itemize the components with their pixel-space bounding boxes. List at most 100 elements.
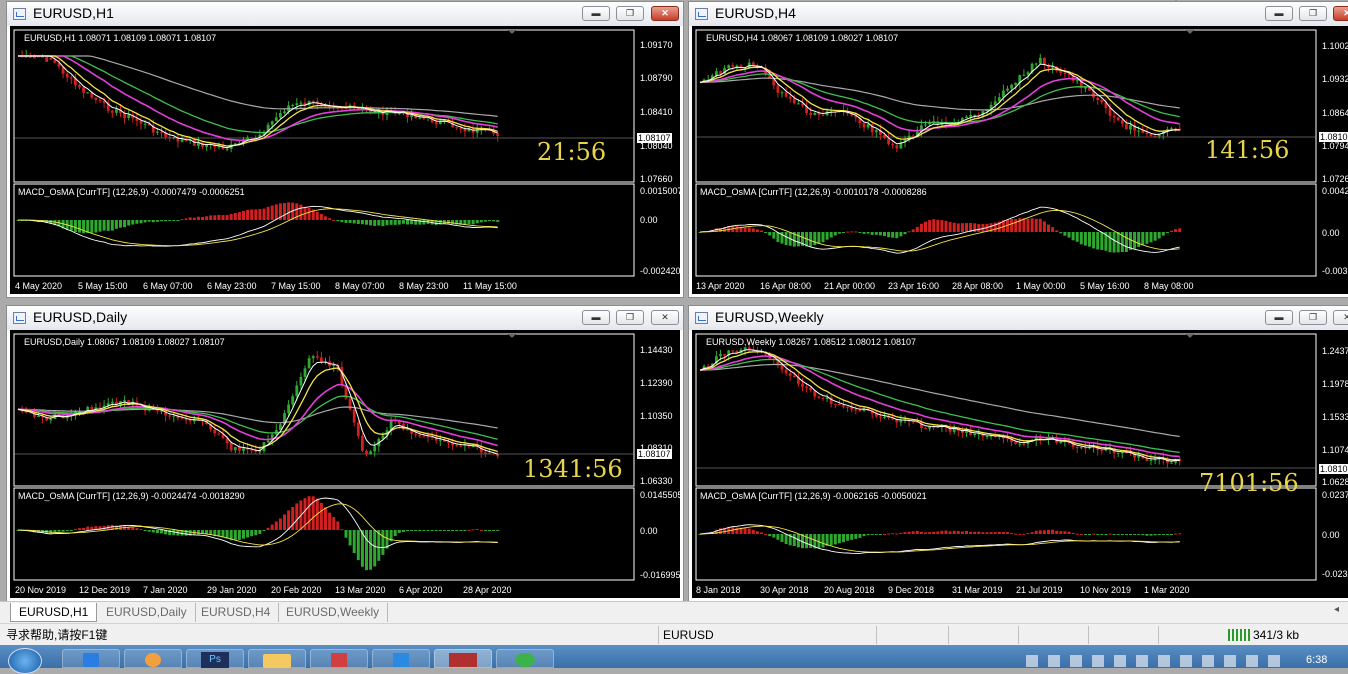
osma-bar xyxy=(328,512,332,530)
chart-canvas[interactable]: EURUSD,Daily 1.08067 1.08109 1.08027 1.0… xyxy=(10,330,680,598)
osma-bar xyxy=(903,232,907,235)
close-button[interactable]: ✕ xyxy=(651,310,679,325)
osma-bar xyxy=(410,220,414,225)
price-axis-label: 1.08410 xyxy=(640,107,673,117)
osma-bar xyxy=(965,530,968,534)
time-axis-label: 20 Feb 2020 xyxy=(271,585,322,595)
osma-bar xyxy=(471,529,475,531)
taskbar-photoshop[interactable]: Ps xyxy=(186,649,244,668)
close-button[interactable]: ✕ xyxy=(651,6,679,21)
taskbar-app-6[interactable] xyxy=(372,649,430,668)
taskbar-app-5[interactable] xyxy=(310,649,368,668)
osma-bar xyxy=(944,530,948,534)
taskbar-wechat[interactable] xyxy=(496,649,554,668)
time-axis-label: 28 Apr 2020 xyxy=(463,585,512,595)
osma-bar xyxy=(940,530,944,534)
macd-axis-label: -0.002420 xyxy=(640,266,680,276)
window-title-bar[interactable]: EURUSD,Weekly ▬ ❐ ✕ xyxy=(689,306,1348,330)
osma-bar xyxy=(328,218,332,220)
osma-bar xyxy=(401,530,405,532)
minimize-button[interactable]: ▬ xyxy=(582,310,610,325)
osma-bar xyxy=(870,534,874,535)
osma-bar xyxy=(1022,533,1026,535)
minimize-button[interactable]: ▬ xyxy=(1265,6,1293,21)
osma-bar xyxy=(299,204,303,220)
window-title-bar[interactable]: EURUSD,H1 ▬ ❐ ✕ xyxy=(7,2,683,26)
osma-bar xyxy=(850,534,854,540)
osma-bar xyxy=(911,531,915,534)
window-title-bar[interactable]: EURUSD,Daily ▬ ❐ ✕ xyxy=(7,306,683,330)
osma-bar xyxy=(919,531,923,534)
time-axis-label: 6 Apr 2020 xyxy=(399,585,443,595)
osma-bar xyxy=(488,530,491,531)
taskbar-explorer[interactable] xyxy=(248,649,306,668)
start-orb-icon[interactable] xyxy=(8,648,42,674)
osma-bar xyxy=(1063,531,1067,534)
osma-bar xyxy=(813,232,817,246)
macd-axis-label: -0.0233 xyxy=(1322,569,1348,579)
status-segment xyxy=(876,626,948,644)
chart-canvas[interactable]: EURUSD,H4 1.08067 1.08109 1.08027 1.0810… xyxy=(692,26,1348,294)
close-button[interactable]: ✕ xyxy=(1333,310,1348,325)
chart-window-weekly[interactable]: EURUSD,Weekly ▬ ❐ ✕ EURUSD,Weekly 1.0826… xyxy=(688,305,1348,602)
tab-eurusd-h1[interactable]: EURUSD,H1 xyxy=(10,603,98,622)
price-axis-label: 1.0864 xyxy=(1322,108,1348,118)
close-button[interactable]: ✕ xyxy=(1333,6,1348,21)
taskbar-metatrader[interactable] xyxy=(434,649,492,668)
taskbar-app-2[interactable] xyxy=(124,649,182,668)
windows-taskbar: Ps 6:38 xyxy=(0,645,1348,674)
traffic-counter: 341/3 kb xyxy=(1253,628,1300,642)
minimize-button[interactable]: ▬ xyxy=(582,6,610,21)
osma-bar xyxy=(809,232,813,247)
minimize-button[interactable]: ▬ xyxy=(1265,310,1293,325)
taskbar-app-1[interactable] xyxy=(62,649,120,668)
bar-timer: 7101:56 xyxy=(1199,469,1299,497)
osma-bar xyxy=(438,530,442,531)
osma-bar xyxy=(1153,232,1157,241)
osma-bar xyxy=(1075,533,1079,535)
osma-bar xyxy=(997,531,1001,534)
tab-eurusd-weekly[interactable]: EURUSD,Weekly xyxy=(278,603,389,622)
osma-bar xyxy=(760,230,763,232)
maximize-button[interactable]: ❐ xyxy=(1299,6,1327,21)
osma-bar xyxy=(1174,229,1178,232)
osma-bar xyxy=(344,220,348,223)
time-axis-label: 6 May 23:00 xyxy=(207,281,257,291)
chart-canvas[interactable]: EURUSD,Weekly 1.08267 1.08512 1.08012 1.… xyxy=(692,330,1348,598)
osma-bar xyxy=(365,220,368,225)
time-axis-label: 13 Apr 2020 xyxy=(696,281,745,291)
chart-canvas[interactable]: EURUSD,H1 1.08071 1.08109 1.08071 1.0810… xyxy=(10,26,680,294)
osma-bar xyxy=(1100,232,1104,250)
osma-bar xyxy=(147,530,151,532)
osma-bar xyxy=(131,220,135,225)
chart-window-h1[interactable]: EURUSD,H1 ▬ ❐ ✕ EURUSD,H1 1.08071 1.0810… xyxy=(6,1,684,298)
osma-bar xyxy=(1042,221,1046,232)
osma-bar xyxy=(764,533,768,535)
osma-bar xyxy=(86,220,90,233)
osma-bar xyxy=(1100,534,1104,535)
osma-bar xyxy=(283,203,286,220)
osma-bar xyxy=(82,527,86,530)
chart-window-h4[interactable]: EURUSD,H4 ▬ ❐ ✕ EURUSD,H4 1.08067 1.0810… xyxy=(688,1,1348,298)
chart-window-daily[interactable]: EURUSD,Daily ▬ ❐ ✕ EURUSD,Daily 1.08067 … xyxy=(6,305,684,602)
osma-bar xyxy=(172,220,176,221)
window-title-bar[interactable]: EURUSD,H4 ▬ ❐ ✕ xyxy=(689,2,1348,26)
osma-bar xyxy=(842,232,845,233)
osma-bar xyxy=(1104,534,1108,535)
time-axis-label: 10 Nov 2019 xyxy=(1080,585,1132,595)
osma-bar xyxy=(854,231,858,233)
maximize-button[interactable]: ❐ xyxy=(616,310,644,325)
maximize-button[interactable]: ❐ xyxy=(1299,310,1327,325)
maximize-button[interactable]: ❐ xyxy=(616,6,644,21)
osma-bar xyxy=(1034,530,1038,534)
time-axis-label: 21 Jul 2019 xyxy=(1016,585,1063,595)
osma-bar xyxy=(1067,232,1071,238)
tab-eurusd-daily[interactable]: EURUSD,Daily xyxy=(98,603,196,622)
osma-bar xyxy=(332,219,336,221)
tab-scroll-left-icon[interactable]: ◂ xyxy=(1334,604,1339,615)
osma-bar xyxy=(184,218,188,220)
osma-bar xyxy=(1149,232,1153,243)
tab-eurusd-h4[interactable]: EURUSD,H4 xyxy=(193,603,280,622)
osma-bar xyxy=(246,209,250,220)
osma-bar xyxy=(1038,218,1042,232)
